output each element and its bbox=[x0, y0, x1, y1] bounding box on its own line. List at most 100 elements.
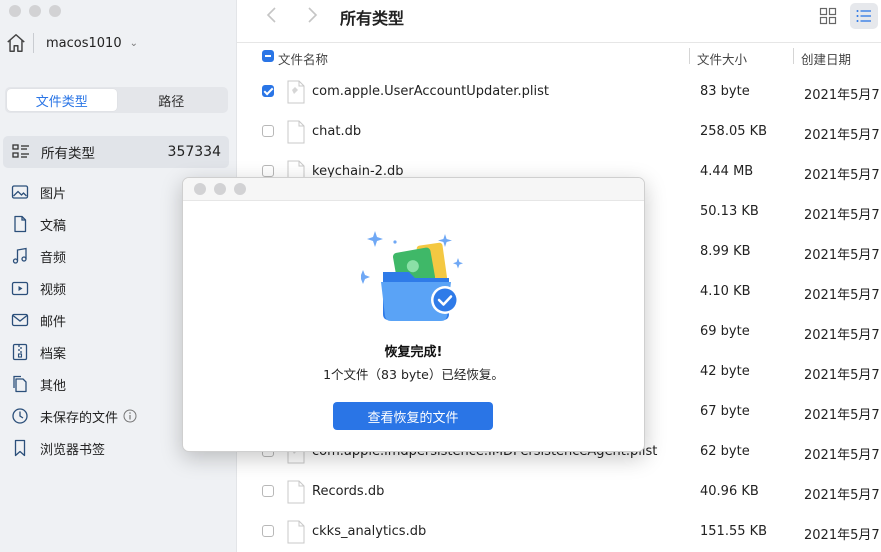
column-name[interactable]: 文件名称 bbox=[278, 49, 328, 68]
tab-path[interactable]: 路径 bbox=[117, 89, 227, 111]
file-name: chat.db bbox=[312, 124, 362, 139]
forward-arrow-icon[interactable] bbox=[302, 5, 322, 25]
dialog-titlebar bbox=[183, 178, 644, 201]
file-size: 62 byte bbox=[700, 444, 750, 459]
select-all-checkbox[interactable] bbox=[262, 50, 274, 62]
column-date[interactable]: 创建日期 bbox=[801, 49, 851, 68]
file-size: 40.96 KB bbox=[700, 484, 759, 499]
sidebar-mode-switch: 文件类型 路径 bbox=[5, 87, 228, 113]
file-name: Records.db bbox=[312, 484, 385, 499]
sidebar-item-label: 音频 bbox=[40, 250, 67, 266]
list-grid-icon bbox=[12, 144, 29, 158]
close-window-button[interactable] bbox=[9, 5, 21, 17]
file-date: 2021年5月7 bbox=[804, 448, 880, 463]
file-name: ckks_analytics.db bbox=[312, 524, 427, 539]
file-size: 151.55 KB bbox=[700, 524, 768, 539]
file-date: 2021年5月7 bbox=[804, 128, 880, 143]
column-divider[interactable] bbox=[793, 48, 794, 64]
row-checkbox[interactable] bbox=[262, 485, 274, 497]
sidebar-item-label: 其他 bbox=[40, 378, 67, 394]
sidebar-item-label: 视频 bbox=[40, 282, 67, 298]
sidebar-item-label: 档案 bbox=[40, 346, 67, 362]
document-icon bbox=[14, 215, 27, 233]
archive-icon bbox=[12, 343, 28, 361]
dialog-minimize-button[interactable] bbox=[214, 183, 226, 195]
row-checkbox[interactable] bbox=[262, 125, 274, 137]
file-date: 2021年5月7 bbox=[804, 248, 880, 263]
plist-file-icon bbox=[287, 80, 305, 104]
toolbar: 所有类型 bbox=[237, 0, 881, 32]
file-date: 2021年5月7 bbox=[804, 408, 880, 423]
file-size: 4.44 MB bbox=[700, 164, 754, 179]
sidebar-item-label: 浏览器书签 bbox=[40, 442, 106, 458]
file-icon bbox=[287, 520, 305, 544]
file-date: 2021年5月7 bbox=[804, 488, 880, 503]
dialog-zoom-button[interactable] bbox=[234, 183, 246, 195]
file-size: 69 byte bbox=[700, 324, 750, 339]
minimize-window-button[interactable] bbox=[29, 5, 41, 17]
dialog-title: 恢复完成! bbox=[384, 345, 443, 360]
file-icon bbox=[287, 480, 305, 504]
folder-success-icon bbox=[361, 231, 463, 321]
file-date: 2021年5月7 bbox=[804, 288, 880, 303]
file-size: 67 byte bbox=[700, 404, 750, 419]
home-icon[interactable] bbox=[5, 32, 27, 54]
row-checkbox[interactable] bbox=[262, 165, 274, 177]
sidebar-item-label: 未保存的文件 bbox=[40, 410, 119, 426]
music-note-icon bbox=[12, 247, 27, 264]
app-window: macos1010 ⌄ 文件类型 路径 所有类型 357334 图片 文稿 音频… bbox=[0, 0, 881, 552]
page-title: 所有类型 bbox=[340, 9, 405, 28]
table-row[interactable]: ckks_analytics.db 151.55 KB 2021年5月7 bbox=[237, 512, 881, 552]
bookmark-icon bbox=[14, 439, 26, 457]
back-arrow-icon[interactable] bbox=[262, 5, 282, 25]
device-selector[interactable]: macos1010 ⌄ bbox=[5, 30, 225, 56]
file-size: 8.99 KB bbox=[700, 244, 751, 259]
table-header: 文件名称 文件大小 创建日期 bbox=[237, 42, 881, 71]
dialog-window-controls bbox=[194, 183, 246, 195]
video-icon bbox=[11, 281, 29, 296]
file-date: 2021年5月7 bbox=[804, 528, 880, 543]
chevron-down-icon: ⌄ bbox=[129, 37, 138, 49]
file-name: com.apple.UserAccountUpdater.plist bbox=[312, 84, 549, 99]
dialog-close-button[interactable] bbox=[194, 183, 206, 195]
divider bbox=[33, 33, 34, 53]
sidebar-item-label: 图片 bbox=[40, 186, 67, 202]
clock-icon bbox=[12, 408, 28, 424]
sidebar-item-all-types[interactable]: 所有类型 357334 bbox=[3, 136, 229, 168]
table-row[interactable]: chat.db 258.05 KB 2021年5月7 bbox=[237, 112, 881, 152]
row-checkbox[interactable] bbox=[262, 525, 274, 537]
column-size[interactable]: 文件大小 bbox=[697, 49, 747, 68]
grid-view-button[interactable] bbox=[814, 3, 842, 29]
tab-file-type[interactable]: 文件类型 bbox=[7, 89, 117, 111]
recovery-complete-dialog: 恢复完成! 1个文件（83 byte）已经恢复。 查看恢复的文件 bbox=[182, 177, 645, 452]
file-date: 2021年5月7 bbox=[804, 368, 880, 383]
file-size: 50.13 KB bbox=[700, 204, 759, 219]
zoom-window-button[interactable] bbox=[49, 5, 61, 17]
device-name: macos1010 bbox=[46, 35, 122, 51]
info-icon[interactable] bbox=[123, 409, 137, 423]
list-view-icon bbox=[856, 10, 871, 22]
row-checkbox[interactable] bbox=[262, 85, 274, 97]
table-row[interactable]: Records.db 40.96 KB 2021年5月7 bbox=[237, 472, 881, 512]
sidebar-item-label: 邮件 bbox=[40, 314, 67, 330]
file-date: 2021年5月7 bbox=[804, 168, 880, 183]
column-divider[interactable] bbox=[689, 48, 690, 64]
sidebar-item-label: 所有类型 bbox=[41, 146, 95, 162]
list-view-button[interactable] bbox=[850, 3, 878, 29]
window-controls bbox=[9, 5, 61, 17]
other-files-icon bbox=[13, 375, 27, 393]
grid-view-icon bbox=[819, 7, 837, 25]
sidebar-item-label: 文稿 bbox=[40, 218, 67, 234]
file-date: 2021年5月7 bbox=[804, 88, 880, 103]
view-recovered-files-button[interactable]: 查看恢复的文件 bbox=[333, 402, 493, 430]
image-icon bbox=[11, 185, 29, 199]
file-date: 2021年5月7 bbox=[804, 328, 880, 343]
file-count: 357334 bbox=[167, 144, 221, 160]
file-size: 42 byte bbox=[700, 364, 750, 379]
file-icon bbox=[287, 120, 305, 144]
file-size: 83 byte bbox=[700, 84, 750, 99]
file-date: 2021年5月7 bbox=[804, 208, 880, 223]
mail-icon bbox=[11, 313, 29, 327]
file-size: 4.10 KB bbox=[700, 284, 751, 299]
table-row[interactable]: com.apple.UserAccountUpdater.plist 83 by… bbox=[237, 72, 881, 112]
